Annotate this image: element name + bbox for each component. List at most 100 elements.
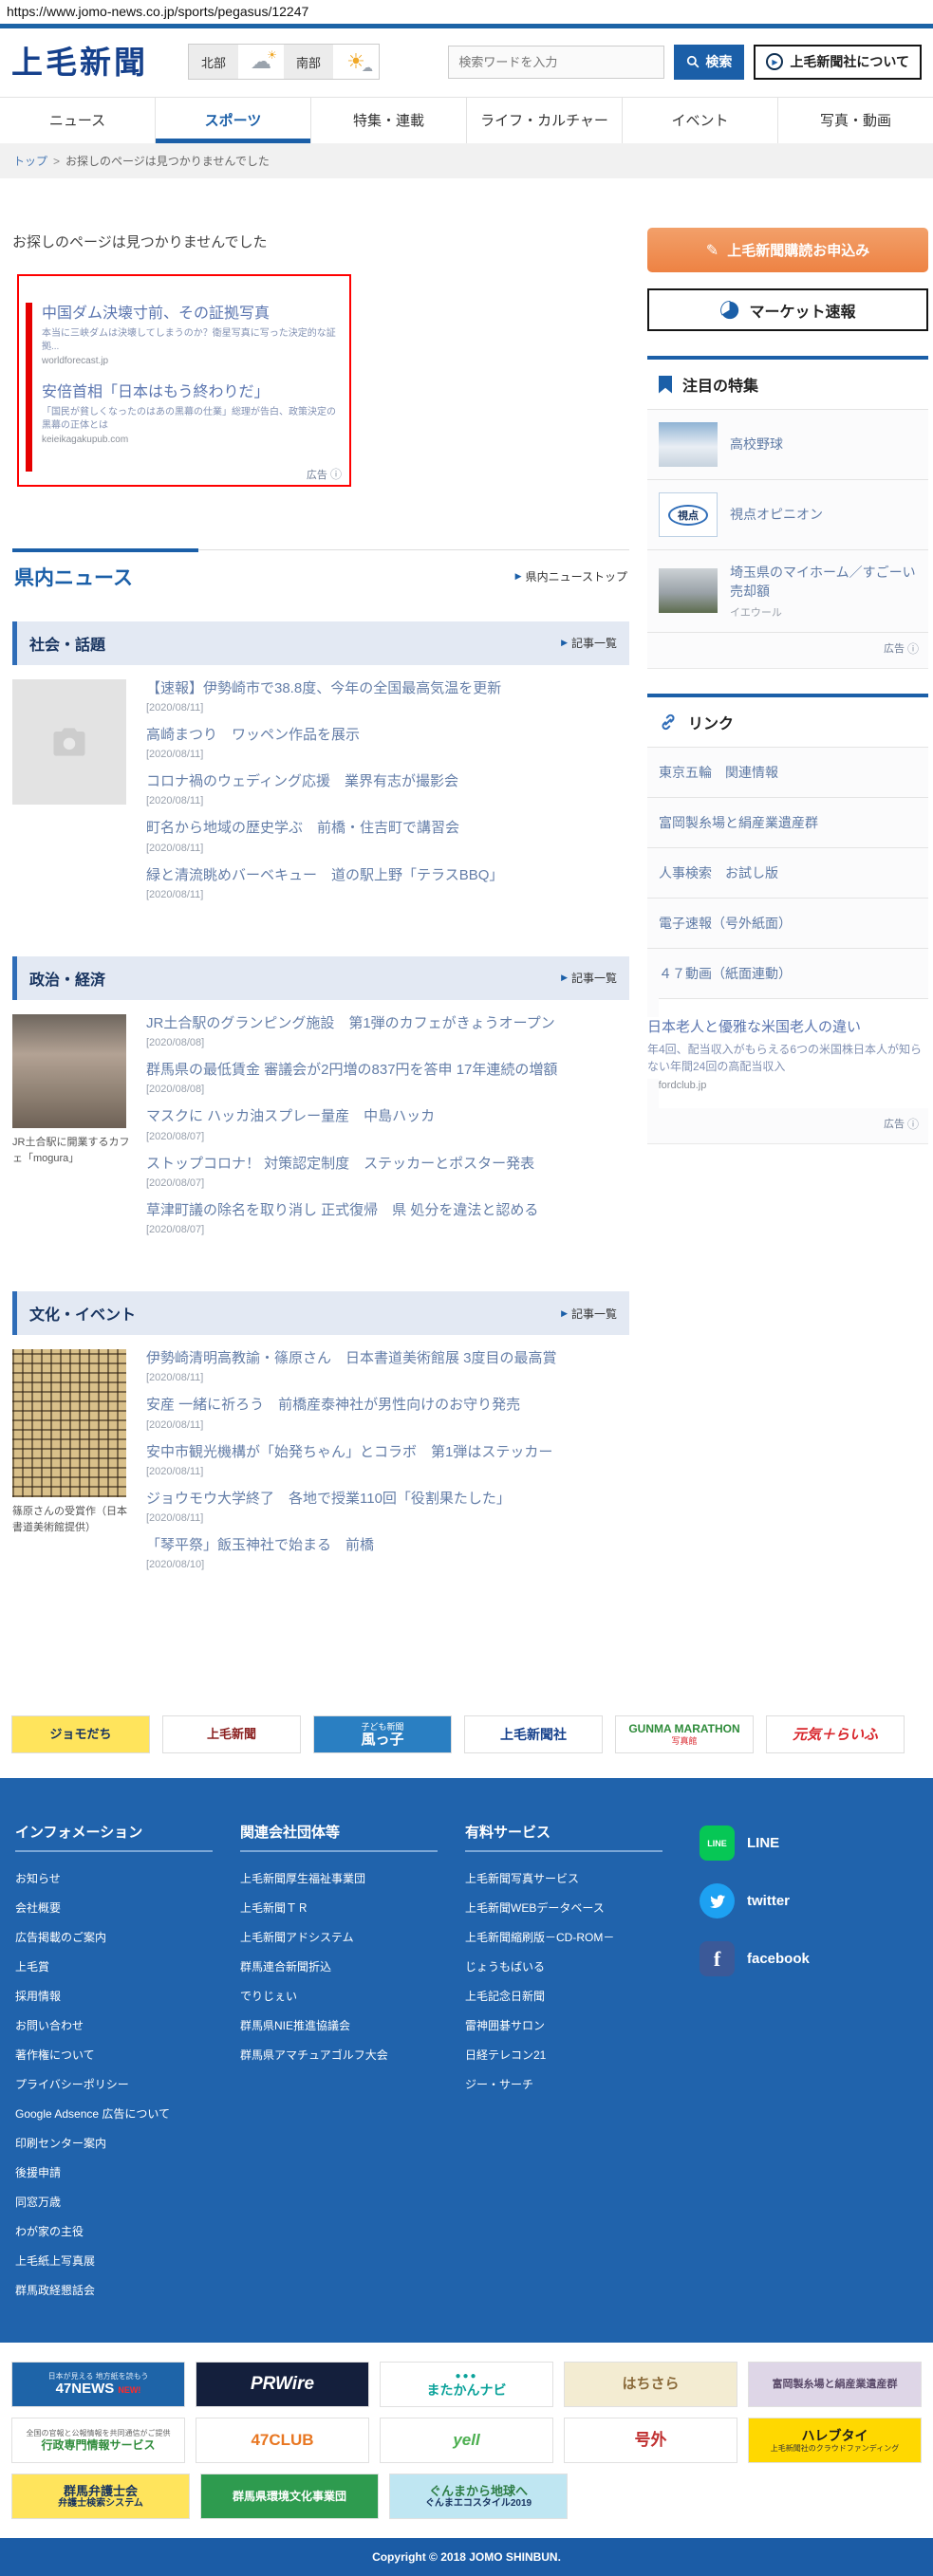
tab-events[interactable]: イベント	[622, 98, 777, 143]
ad-badge[interactable]: 広告 ⓘ	[307, 466, 342, 482]
footer-link[interactable]: 雷神囲碁サロン	[465, 2011, 690, 2040]
footer-link[interactable]: でりじぇい	[240, 1981, 465, 2011]
banner-harebutai[interactable]: ハレブタイ 上毛新聞社のクラウドファンディング	[748, 2418, 922, 2464]
article-link[interactable]: 安中市観光機構が「始発ちゃん」とコラボ 第1弾はステッカー	[146, 1444, 552, 1460]
sidebar-link-tomioka[interactable]: 富岡製糸場と絹産業遺産群	[647, 797, 928, 848]
footer-link[interactable]: 上毛紙上写真展	[15, 2246, 240, 2275]
cafe-photo[interactable]	[12, 1013, 126, 1128]
ad-badge[interactable]: 広告 ⓘ	[647, 1107, 928, 1143]
article-link[interactable]: 草津町議の除名を取り消し 正式復帰 県 処分を違法と認める	[146, 1202, 538, 1218]
partner-logo-kazekko[interactable]: 子ども新聞 風っ子	[313, 1715, 452, 1754]
sidebar-link-jinji[interactable]: 人事検索 お試し版	[647, 847, 928, 899]
prefecture-news-top-link[interactable]: ▶ 県内ニューストップ	[515, 568, 627, 584]
footer-link[interactable]: 採用情報	[15, 1981, 240, 2011]
footer-link[interactable]: 群馬県NIE推進協議会	[240, 2011, 465, 2040]
featured-item[interactable]: 視点 視点オピニオン	[647, 480, 928, 550]
article-link[interactable]: 伊勢崎清明高教諭・篠原さん 日本書道美術館展 3度目の最高賞	[146, 1350, 557, 1366]
footer-link[interactable]: 上毛新聞縮刷版－CD-ROM－	[465, 1922, 690, 1952]
footer-link[interactable]: 群馬連合新聞折込	[240, 1952, 465, 1981]
partner-logo-jomo-shimbun[interactable]: 上毛新聞	[162, 1715, 301, 1754]
banner-tomioka-silk[interactable]: 富岡製糸場と絹産業遺産群	[748, 2362, 922, 2408]
article-link[interactable]: 群馬県の最低賃金 審議会が2円増の837円を答申 17年連続の増額	[146, 1062, 557, 1078]
banner-gogai[interactable]: 号外	[564, 2418, 737, 2464]
market-report-button[interactable]: マーケット速報	[647, 288, 928, 331]
article-link[interactable]: コロナ禍のウェディング応援 業界有志が撮影会	[146, 773, 458, 789]
article-link[interactable]: 町名から地域の歴史学ぶ 前橋・住吉町で講習会	[146, 820, 459, 836]
article-list-link[interactable]: ▶ 記事一覧	[561, 635, 617, 651]
sidebar-link-denshi[interactable]: 電子速報（号外紙面）	[647, 898, 928, 949]
footer-link[interactable]: 著作権について	[15, 2040, 240, 2069]
tab-features[interactable]: 特集・連載	[310, 98, 466, 143]
banner-47news[interactable]: 日本が見える 地方紙を読もう 47NEWS NEW!	[11, 2362, 185, 2408]
article-link[interactable]: 【速報】伊勢崎市で38.8度、今年の全国最高気温を更新	[146, 680, 501, 696]
banner-yell[interactable]: yell	[380, 2418, 553, 2464]
calligraphy-photo[interactable]	[12, 1349, 126, 1498]
partner-logo-genki-life[interactable]: 元気＋らいふ	[766, 1715, 905, 1754]
tab-life-culture[interactable]: ライフ・カルチャー	[466, 98, 622, 143]
footer-link[interactable]: 上毛新聞厚生福祉事業団	[240, 1863, 465, 1893]
footer-link[interactable]: お知らせ	[15, 1863, 240, 1893]
footer-link[interactable]: 上毛新聞ＴＲ	[240, 1893, 465, 1922]
sidebar-link-olympics[interactable]: 東京五輪 関連情報	[647, 747, 928, 798]
banner-gunma-bengoshikai[interactable]: 群馬弁護士会 弁護士検索システム	[11, 2474, 190, 2520]
footer-link[interactable]: お問い合わせ	[15, 2011, 240, 2040]
featured-item[interactable]: 高校野球	[647, 410, 928, 480]
banner-prwire[interactable]: PRWire	[196, 2362, 369, 2408]
article-link[interactable]: JR土合駅のグランピング施設 第1弾のカフェがきょうオープン	[146, 1015, 555, 1031]
partner-logo-gunma-marathon[interactable]: GUNMA MARATHON 写真館	[615, 1715, 754, 1754]
article-link[interactable]: 「琴平祭」飯玉神社で始まる 前橋	[146, 1537, 374, 1553]
search-button[interactable]: 検索	[674, 44, 745, 80]
footer-link[interactable]: 上毛新聞WEBデータベース	[465, 1893, 690, 1922]
footer-link[interactable]: 印刷センター案内	[15, 2128, 240, 2158]
footer-link[interactable]: 同窓万歳	[15, 2187, 240, 2216]
footer-link[interactable]: 後援申請	[15, 2158, 240, 2187]
site-logo[interactable]: 上毛新聞	[11, 46, 148, 78]
footer-link[interactable]: Google Adsence 広告について	[15, 2099, 240, 2128]
footer-link[interactable]: じょうもばいる	[465, 1952, 690, 1981]
sidebar-ad[interactable]: 日本老人と優雅な米国老人の違い 年4回、配当収入がもらえる6つの米国株日本人が知…	[647, 986, 928, 1109]
ad-title[interactable]: 中国ダム決壊寸前、その証拠写真	[42, 305, 338, 324]
about-company-button[interactable]: ▶ 上毛新聞社について	[754, 44, 922, 80]
sidebar-link-47video[interactable]: ４７動画（紙面連動）	[647, 948, 928, 999]
banner-gunma-kankyo[interactable]: 群馬県環境文化事業団	[200, 2474, 379, 2520]
line-button[interactable]: LINE LINE	[700, 1825, 918, 1862]
article-link[interactable]: 安産 一緒に祈ろう 前橋産泰神社が男性向けのお守り発売	[146, 1397, 520, 1413]
tab-photo-video[interactable]: 写真・動画	[777, 98, 933, 143]
footer-link[interactable]: 日経テレコン21	[465, 2040, 690, 2069]
footer-link[interactable]: ジー・サーチ	[465, 2069, 690, 2099]
tab-sports[interactable]: スポーツ	[155, 98, 310, 143]
footer-link[interactable]: 上毛賞	[15, 1952, 240, 1981]
article-link[interactable]: ジョウモウ大学終了 各地で授業110回「役割果たした」	[146, 1491, 511, 1507]
ad-title[interactable]: 安倍首相「日本はもう終わりだ」	[42, 383, 338, 403]
subscribe-button[interactable]: ✎ 上毛新聞購読お申込み	[647, 228, 928, 272]
footer-link[interactable]: 広告掲載のご案内	[15, 1922, 240, 1952]
footer-link[interactable]: わが家の主役	[15, 2216, 240, 2246]
article-list-link[interactable]: ▶ 記事一覧	[561, 970, 617, 986]
ad-item[interactable]: 安倍首相「日本はもう終わりだ」 「国民が貧しくなったのはあの黒幕の仕業」総理が告…	[42, 383, 338, 445]
banner-gyosei-joho[interactable]: 全国の官報と公報情報を共同通信がご提供 行政専門情報サービス	[11, 2418, 185, 2464]
featured-ad-item[interactable]: 埼玉県のマイホーム／すごーい売却額 イエウール	[647, 550, 928, 633]
banner-47club[interactable]: 47CLUB	[196, 2418, 369, 2464]
facebook-button[interactable]: f facebook	[700, 1941, 918, 1977]
search-input[interactable]	[448, 45, 665, 79]
banner-matakan-navi[interactable]: ●●● またかんナビ	[380, 2362, 553, 2408]
article-link[interactable]: ストップコロナ！ 対策認定制度 ステッカーとポスター発表	[146, 1156, 534, 1172]
ad-badge[interactable]: 広告 ⓘ	[647, 632, 928, 668]
banner-gunma-ecostyle[interactable]: ぐんまから地球へ ぐんまエコスタイル2019	[389, 2474, 568, 2520]
banner-hachisara[interactable]: はちさら	[564, 2362, 737, 2408]
footer-link[interactable]: 上毛記念日新聞	[465, 1981, 690, 2011]
twitter-button[interactable]: twitter	[700, 1883, 918, 1919]
article-link[interactable]: 緑と清流眺めバーベキュー 道の駅上野「テラスBBQ」	[146, 867, 503, 883]
footer-link[interactable]: 群馬県アマチュアゴルフ大会	[240, 2040, 465, 2069]
footer-link[interactable]: 群馬政経懇話会	[15, 2275, 240, 2305]
article-list-link[interactable]: ▶ 記事一覧	[561, 1306, 617, 1322]
footer-link[interactable]: 上毛新聞アドシステム	[240, 1922, 465, 1952]
ad-item[interactable]: 中国ダム決壊寸前、その証拠写真 本当に三峡ダムは決壊してしまうのか？衛星写真に写…	[42, 305, 338, 366]
footer-link[interactable]: プライバシーポリシー	[15, 2069, 240, 2099]
article-link[interactable]: 高崎まつり ワッペン作品を展示	[146, 727, 360, 743]
article-link[interactable]: マスクに ハッカ油スプレー量産 中島ハッカ	[146, 1108, 435, 1124]
tab-news[interactable]: ニュース	[0, 98, 155, 143]
breadcrumb-home-link[interactable]: トップ	[13, 155, 47, 168]
partner-logo-jomodachi[interactable]: ジョモだち	[11, 1715, 150, 1754]
footer-link[interactable]: 上毛新聞写真サービス	[465, 1863, 690, 1893]
